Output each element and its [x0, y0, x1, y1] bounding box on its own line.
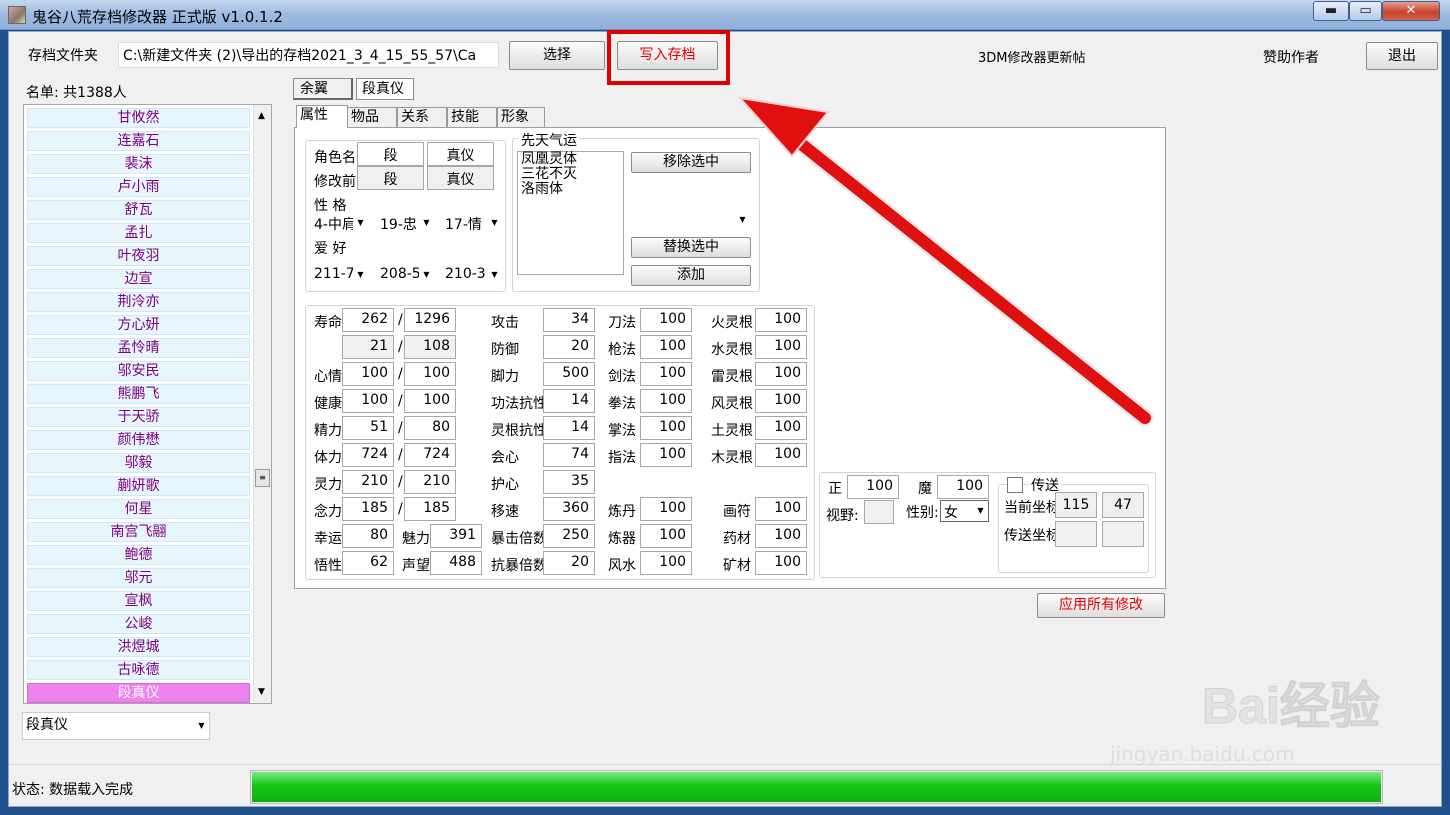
watermark-brand: Bai经验 [1202, 678, 1381, 735]
baidu-watermark: Bai经验 jingyan.baidu.com [1110, 650, 1390, 770]
watermark-url: jingyan.baidu.com [1110, 742, 1295, 766]
tab-attributes[interactable]: 属性 [296, 105, 348, 128]
progress-fill [252, 772, 1381, 802]
progress-bar [250, 770, 1383, 804]
status-text: 状态: 数据载入完成 [12, 782, 134, 798]
